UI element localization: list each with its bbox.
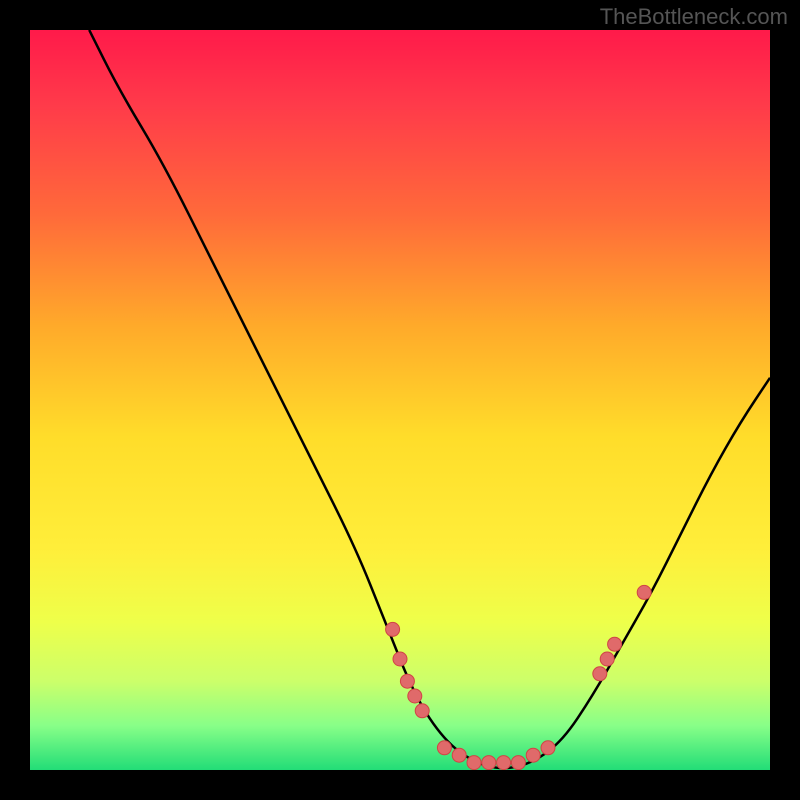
chart-svg: [30, 30, 770, 770]
data-point: [511, 756, 525, 770]
data-point: [541, 741, 555, 755]
bottleneck-curve: [89, 30, 770, 768]
plot-area: [30, 30, 770, 770]
data-point: [393, 652, 407, 666]
data-point: [593, 667, 607, 681]
data-point: [437, 741, 451, 755]
data-point: [600, 652, 614, 666]
data-point: [452, 748, 466, 762]
data-point: [608, 637, 622, 651]
attribution-text: TheBottleneck.com: [600, 4, 788, 30]
data-points: [386, 585, 652, 769]
data-point: [497, 756, 511, 770]
data-point: [415, 704, 429, 718]
data-point: [386, 622, 400, 636]
data-point: [400, 674, 414, 688]
data-point: [467, 756, 481, 770]
data-point: [526, 748, 540, 762]
data-point: [637, 585, 651, 599]
data-point: [482, 756, 496, 770]
data-point: [408, 689, 422, 703]
